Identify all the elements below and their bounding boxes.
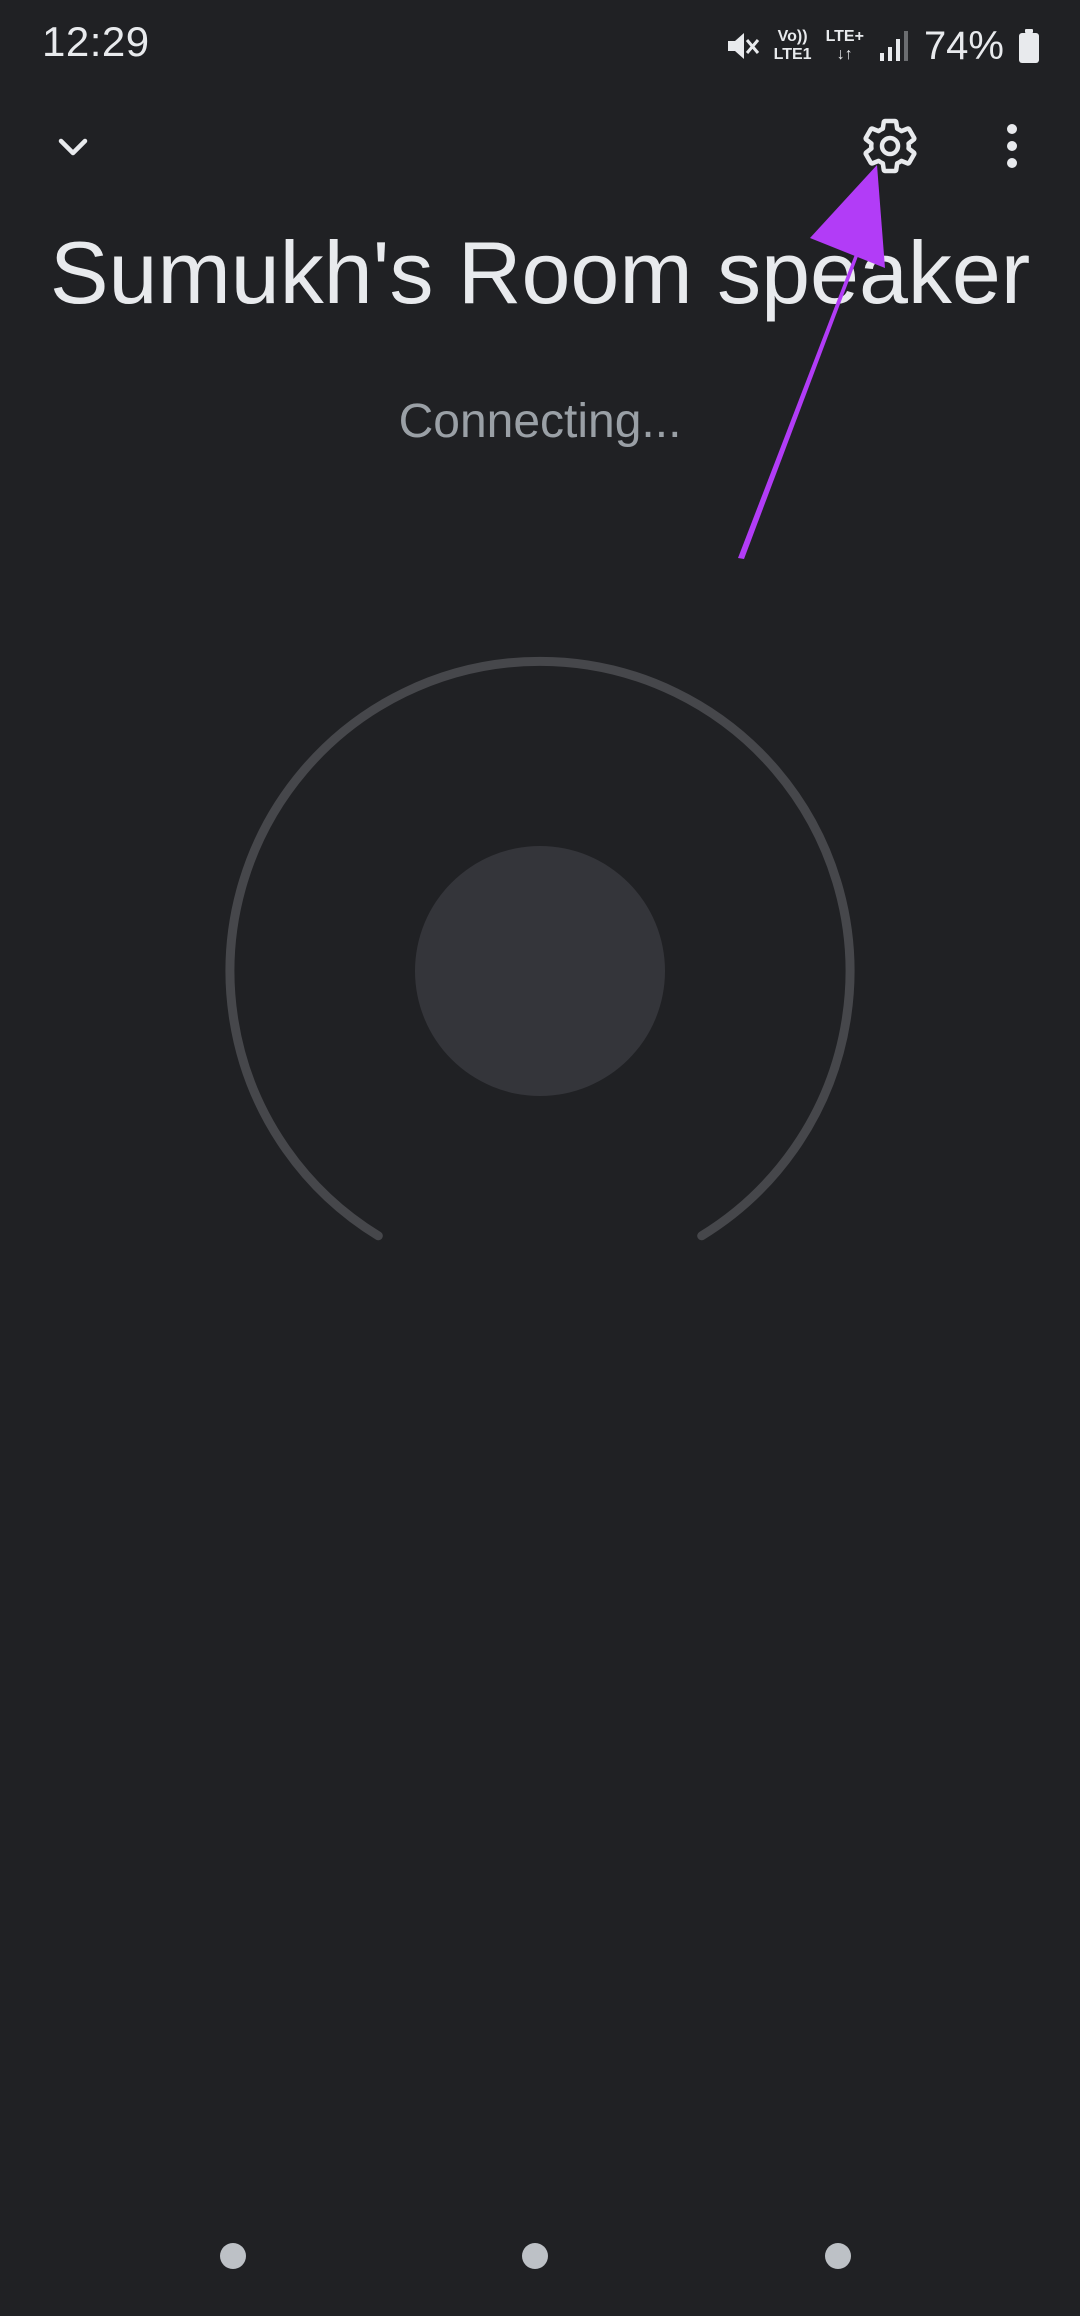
more-options-button[interactable]	[967, 103, 1057, 193]
nav-home-button[interactable]	[522, 2243, 548, 2269]
device-title: Sumukh's Room speaker	[49, 223, 1031, 322]
status-icons: Vo)) LTE1 LTE+ ↓↑ 74%	[724, 18, 1040, 74]
navigation-bar	[0, 2226, 1080, 2286]
volume-dial[interactable]	[210, 648, 870, 1308]
gear-icon	[860, 116, 920, 181]
settings-button[interactable]	[845, 103, 935, 193]
signal-icon	[878, 29, 910, 63]
mute-icon	[724, 28, 760, 64]
battery-percent: 74%	[923, 23, 1004, 68]
status-bar: 12:29 Vo)) LTE1 LTE+ ↓↑ 74%	[0, 0, 1080, 90]
volume-knob	[415, 846, 665, 1096]
nav-recents-button[interactable]	[220, 2243, 246, 2269]
collapse-button[interactable]	[28, 104, 118, 194]
app-bar	[0, 100, 1080, 200]
connection-status: Connecting...	[398, 395, 682, 448]
volte-label: Vo))	[777, 28, 808, 45]
chevron-down-icon	[51, 125, 95, 174]
status-time: 12:29	[42, 18, 150, 65]
volte-indicator: Vo)) LTE1	[774, 28, 812, 64]
more-vertical-icon	[1002, 121, 1022, 176]
nav-back-button[interactable]	[825, 2243, 851, 2269]
lte-plus-label: LTE+	[825, 28, 864, 45]
lte1-label: LTE1	[773, 46, 812, 63]
battery-icon	[1018, 28, 1040, 64]
data-arrows-label: ↓↑	[836, 46, 853, 63]
lte-indicator: LTE+ ↓↑	[826, 28, 864, 64]
